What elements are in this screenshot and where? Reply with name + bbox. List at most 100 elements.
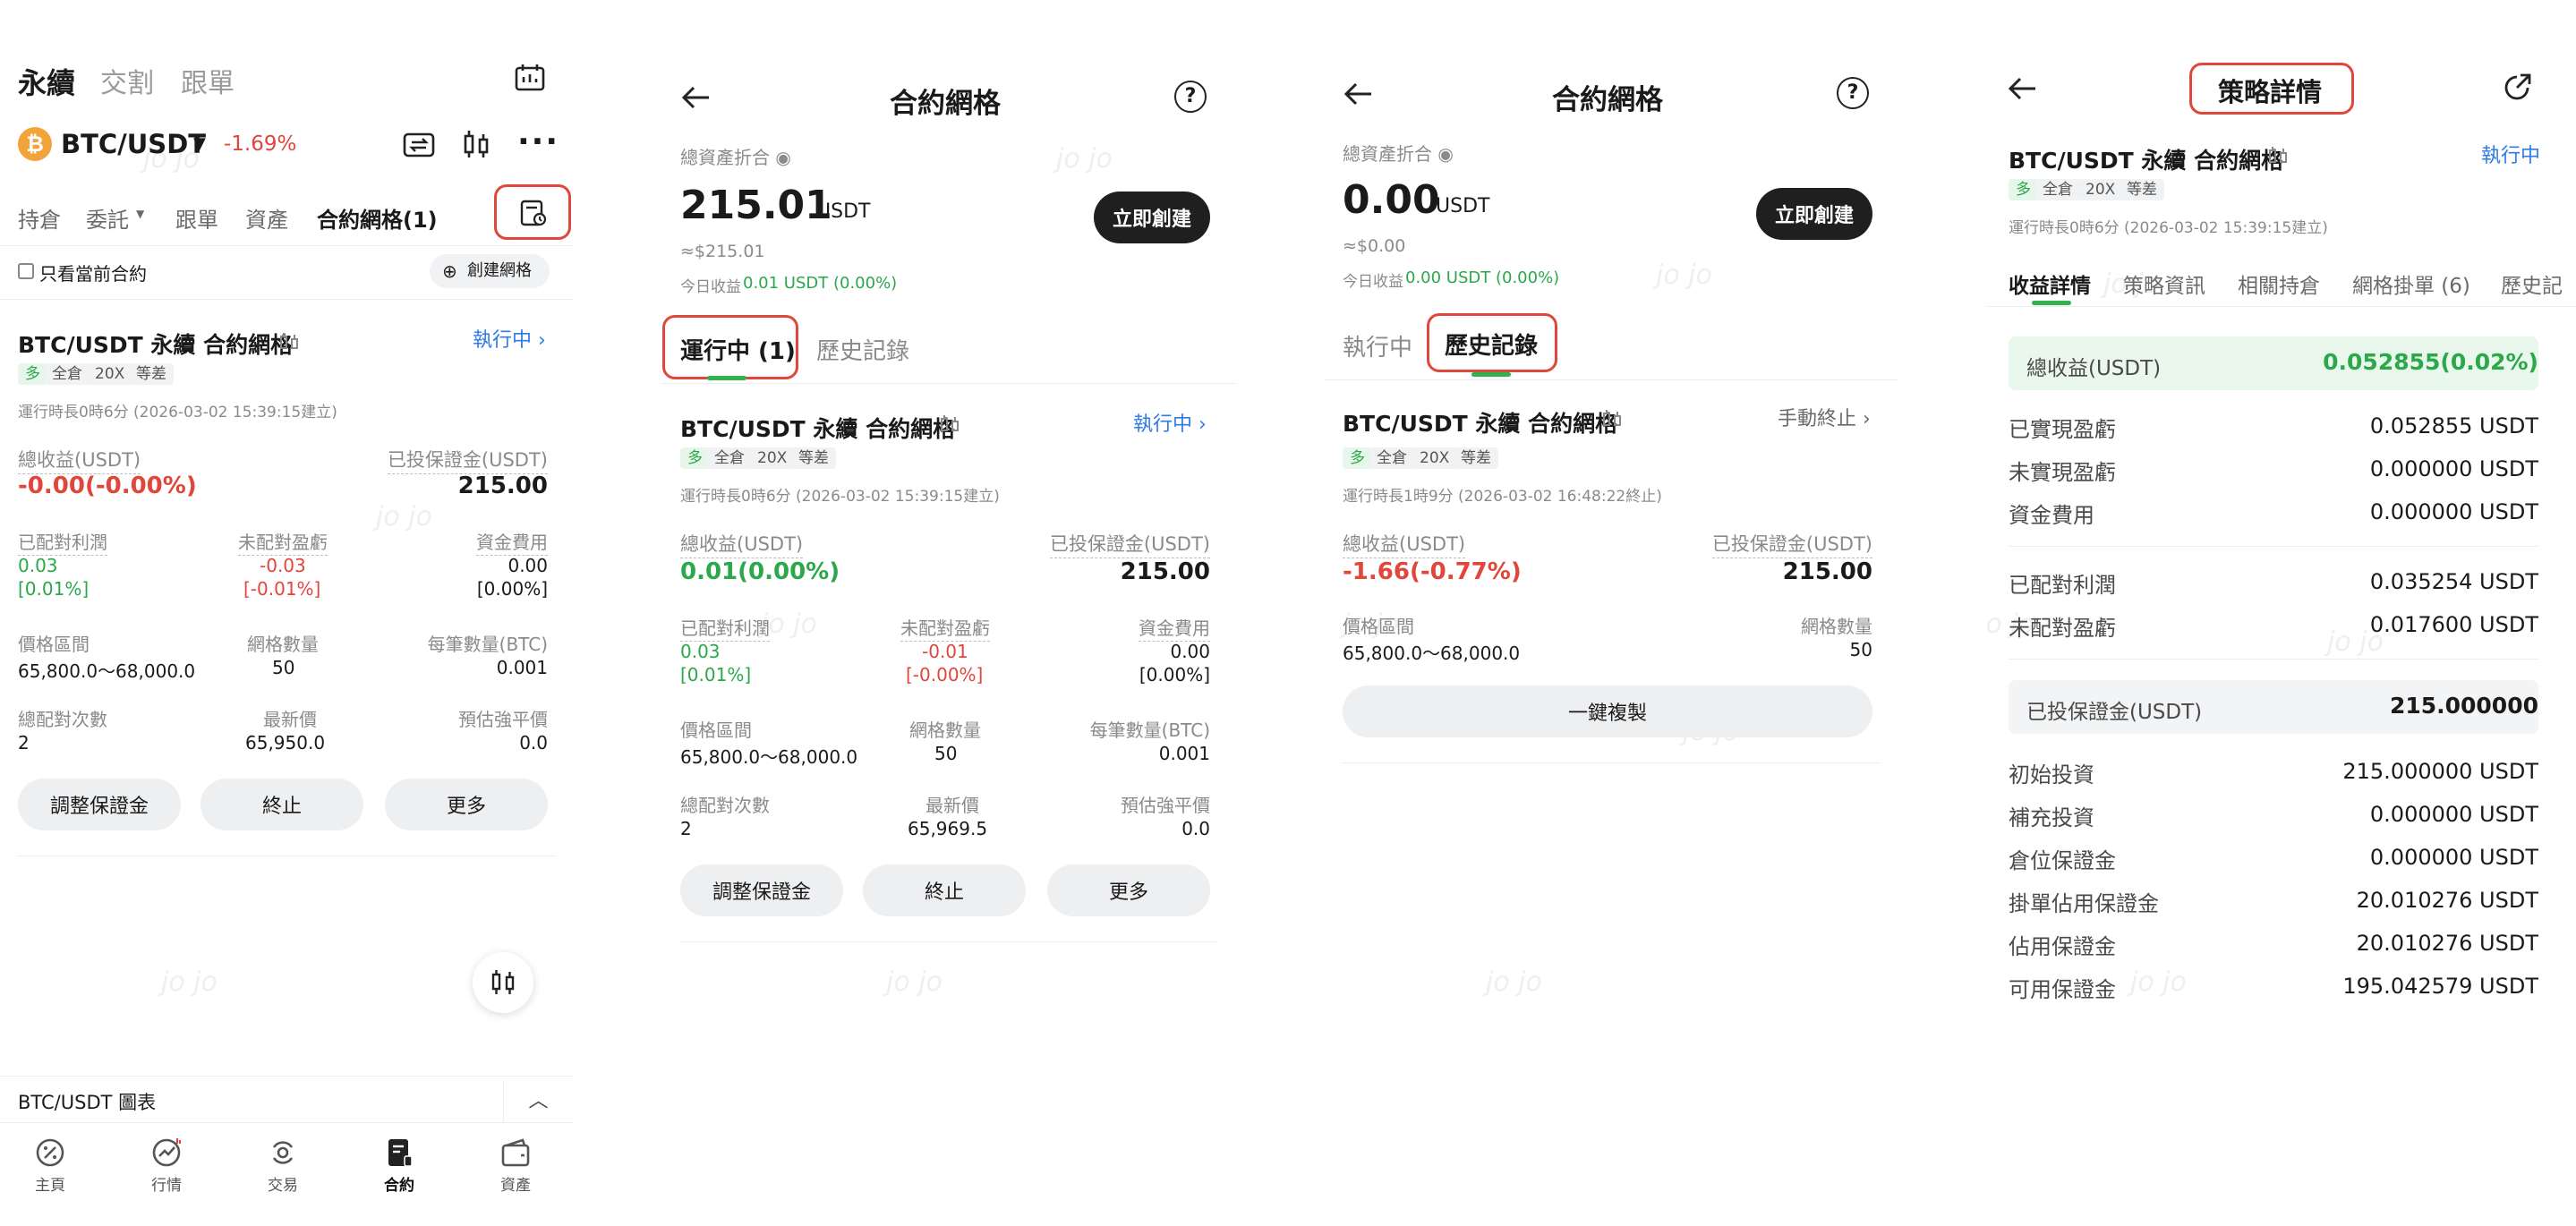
grid-count-value: 50 <box>272 657 295 678</box>
nav-home[interactable]: 主頁 <box>23 1137 77 1195</box>
candlestick-icon <box>491 970 515 994</box>
tab-strategy-info[interactable]: 策略資訊 <box>2123 268 2205 299</box>
grid-title[interactable]: BTC/USDT 永續 合約網格 <box>680 412 955 444</box>
chevron-down-icon[interactable]: ▼ <box>193 134 206 153</box>
more-button[interactable]: 更多 <box>385 779 548 830</box>
nav-market[interactable]: 行情 <box>140 1137 193 1195</box>
back-arrow-icon[interactable] <box>1343 81 1375 107</box>
watermark: jo jo <box>1056 143 1113 175</box>
divider <box>0 1076 573 1077</box>
create-now-button[interactable]: 立即創建 <box>1756 188 1872 240</box>
eye-icon[interactable]: ◉ <box>775 147 790 168</box>
status-running-link[interactable]: 執行中 › <box>473 324 546 353</box>
back-arrow-icon[interactable] <box>680 84 712 111</box>
tag-leverage: 20X <box>2078 179 2123 200</box>
unmatched-pnl-label: 未配對盈虧 <box>900 614 990 642</box>
tab-profit-detail[interactable]: 收益詳情 <box>2009 268 2091 299</box>
more-icon[interactable]: ··· <box>517 123 559 160</box>
status-terminated-link[interactable]: 手動終止 › <box>1778 403 1871 431</box>
candlestick-icon <box>277 331 301 354</box>
transfer-icon[interactable] <box>403 131 435 159</box>
grid-title[interactable]: BTC/USDT 永續 合約網格 <box>18 328 293 360</box>
price-range-value: 65,800.0～68,000.0 <box>1343 643 1521 664</box>
help-icon[interactable]: ? <box>1837 77 1869 109</box>
tab-orders[interactable]: 委託 <box>86 202 129 234</box>
nav-market-label: 行情 <box>151 1177 182 1195</box>
tab-history[interactable]: 歷史記錄 <box>816 333 909 366</box>
back-arrow-icon[interactable] <box>2007 75 2039 102</box>
adjust-margin-button[interactable]: 調整保證金 <box>680 864 843 916</box>
tab-positions[interactable]: 持倉 <box>18 202 61 234</box>
only-current-checkbox[interactable] <box>18 263 34 279</box>
plus-circle-icon: ⊕ <box>442 260 457 282</box>
tag-leverage: 20X <box>1412 447 1457 469</box>
matched-profit-value: 0.035254 USDT <box>2369 569 2538 594</box>
matched-profit-pct: [0.01%] <box>680 664 752 685</box>
tab-grid-orders[interactable]: 網格掛單 (6) <box>2352 268 2470 299</box>
nav-contract-label: 合約 <box>384 1177 414 1195</box>
total-profit-value: -1.66(-0.77%) <box>1343 558 1522 585</box>
create-grid-button[interactable]: ⊕ 創建網格 <box>430 254 550 288</box>
grid-history-icon[interactable] <box>519 199 548 227</box>
pair-selector[interactable]: BTC/USDT <box>61 129 206 159</box>
help-icon[interactable]: ? <box>1174 81 1207 113</box>
eye-icon[interactable]: ◉ <box>1437 143 1453 165</box>
create-now-button[interactable]: 立即創建 <box>1094 192 1210 243</box>
unmatched-pnl-value: -0.03 <box>260 555 306 576</box>
calendar-chart-icon[interactable] <box>514 63 546 93</box>
nav-assets[interactable]: 資產 <box>489 1137 542 1195</box>
tag-long: 多 <box>1343 447 1372 469</box>
matched-profit-label: 已配對利潤 <box>18 528 107 556</box>
invested-value: 215.00 <box>1120 558 1210 585</box>
tab-history[interactable]: 歷史記 <box>2501 268 2563 299</box>
grid-title[interactable]: BTC/USDT 永續 合約網格 <box>1343 406 1617 438</box>
more-button[interactable]: 更多 <box>1047 864 1210 916</box>
tag-long: 多 <box>18 363 47 385</box>
price-range-label: 價格區間 <box>680 719 752 741</box>
candlestick-icon <box>1600 408 1624 431</box>
chevron-down-icon[interactable]: ▼ <box>136 208 144 220</box>
funding-fee-value: 0.00 <box>1170 641 1210 662</box>
unmatched-pnl-value: 0.017600 USDT <box>2369 612 2538 637</box>
runtime: 運行時長0時6分 (2026-03-02 15:39:15建立) <box>680 488 1000 506</box>
matched-profit-value: 0.03 <box>680 641 721 662</box>
nav-contract[interactable]: 合約 <box>372 1137 426 1195</box>
tab-running[interactable]: 運行中 (1) <box>680 333 796 366</box>
initial-investment-label: 初始投資 <box>2009 762 2094 788</box>
used-margin-value: 20.010276 USDT <box>2356 931 2538 956</box>
runtime: 運行時長0時6分 (2026-03-02 15:39:15建立) <box>2009 219 2328 237</box>
tag-cross: 全倉 <box>1369 447 1414 469</box>
candlestick-icon[interactable] <box>460 129 492 161</box>
total-profit-label: 總收益(USDT) <box>18 446 141 474</box>
chart-bar-label[interactable]: BTC/USDT 圖表 <box>18 1088 156 1115</box>
matched-profit-label: 已配對利潤 <box>680 614 770 642</box>
tab-related-positions[interactable]: 相關持倉 <box>2238 268 2320 299</box>
grid-count-value: 50 <box>934 743 958 764</box>
floating-chart-button[interactable] <box>473 952 533 1013</box>
total-profit-label: 總收益(USDT) <box>1343 530 1466 558</box>
terminate-button[interactable]: 終止 <box>863 864 1026 916</box>
total-profit-value: 0.052855(0.02%) <box>2323 349 2538 375</box>
tag-arithmetic: 等差 <box>2120 179 2164 200</box>
share-icon[interactable] <box>2501 72 2533 104</box>
divider <box>1343 762 1880 763</box>
status-label: 執行中 <box>1133 413 1193 436</box>
page-title: 合約網格 <box>890 88 1001 120</box>
terminate-button[interactable]: 終止 <box>200 779 363 830</box>
tab-history[interactable]: 歷史記錄 <box>1445 328 1538 361</box>
tab-contract-grid[interactable]: 合約網格(1) <box>317 202 438 234</box>
nav-trade[interactable]: 交易 <box>256 1137 310 1195</box>
tab-copy-trade[interactable]: 跟單 <box>181 61 235 100</box>
chevron-up-icon[interactable]: ︿ <box>503 1081 573 1122</box>
panel-contract-home: jo jo jo jo jo jo 永續 交割 跟單 ₿ BTC/USDT ▼ … <box>0 0 573 1226</box>
tab-running[interactable]: 執行中 <box>1343 329 1412 362</box>
tab-assets[interactable]: 資產 <box>245 202 288 234</box>
today-profit-value: 0.01 USDT (0.00%) <box>743 274 898 293</box>
tab-delivery[interactable]: 交割 <box>100 61 154 100</box>
status-running-link[interactable]: 執行中 › <box>1133 408 1207 437</box>
tab-perpetual[interactable]: 永續 <box>18 61 75 102</box>
adjust-margin-button[interactable]: 調整保證金 <box>18 779 181 830</box>
one-click-copy-button[interactable]: 一鍵複製 <box>1343 685 1872 737</box>
total-pairs-label: 總配對次數 <box>680 795 770 816</box>
tab-copy[interactable]: 跟單 <box>175 202 218 234</box>
